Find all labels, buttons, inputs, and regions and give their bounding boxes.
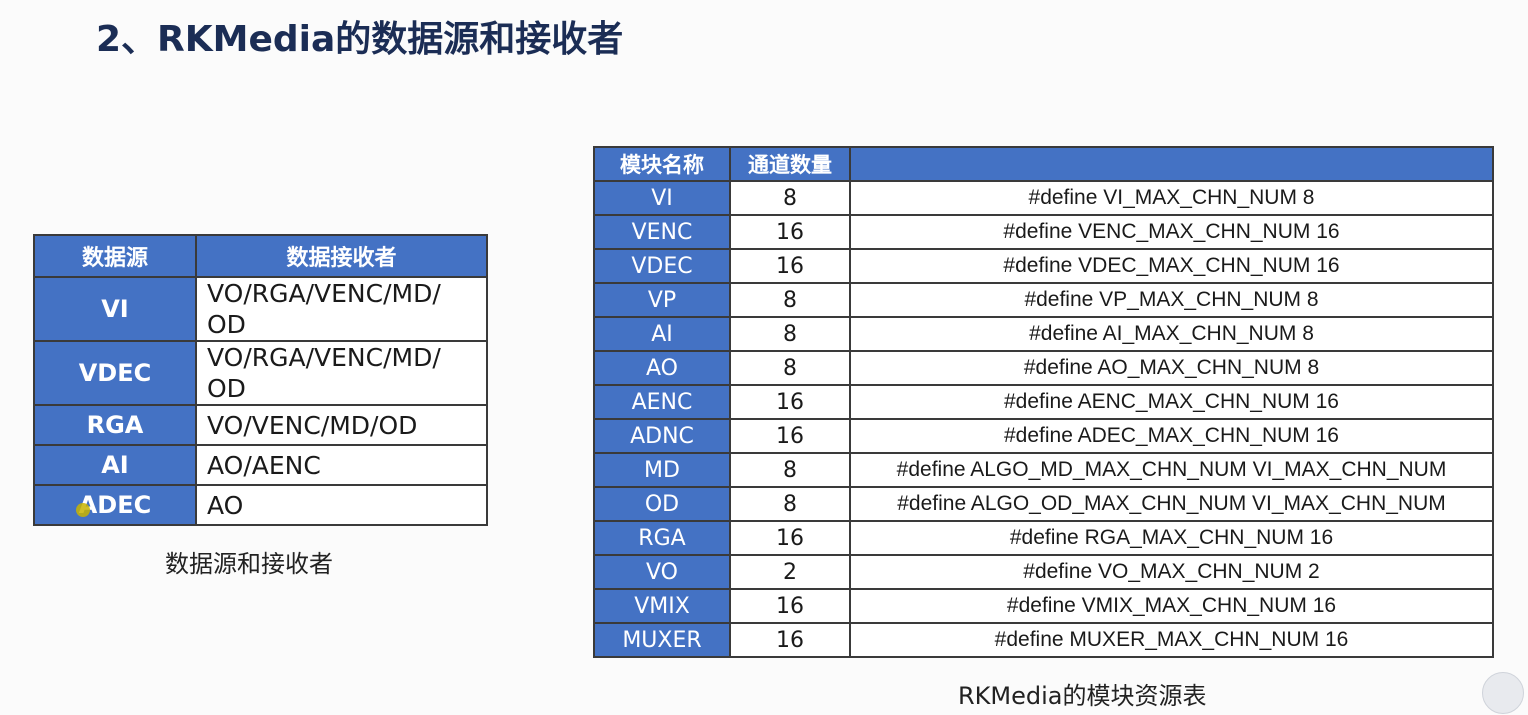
receiver-cell: VO/VENC/MD/OD [195,404,488,446]
table-row: AI AO/AENC [33,444,488,486]
table-row: AI 8 #define AI_MAX_CHN_NUM 8 [593,316,1494,352]
module-cell: VI [593,180,731,216]
module-cell: AENC [593,384,731,420]
define-cell: #define RGA_MAX_CHN_NUM 16 [849,520,1494,556]
define-cell: #define VI_MAX_CHN_NUM 8 [849,180,1494,216]
module-cell: OD [593,486,731,522]
left-table-caption: 数据源和接收者 [165,550,333,578]
source-cell: AI [33,444,197,486]
table-row: VMIX 16 #define VMIX_MAX_CHN_NUM 16 [593,588,1494,624]
table-row: MUXER 16 #define MUXER_MAX_CHN_NUM 16 [593,622,1494,658]
define-cell: #define AENC_MAX_CHN_NUM 16 [849,384,1494,420]
slide-title: 2、RKMedia的数据源和接收者 [96,19,624,60]
module-cell: VDEC [593,248,731,284]
data-source-receiver-table: 数据源 数据接收者 VI VO/RGA/VENC/MD/OD VDEC VO/R… [33,234,488,526]
table-row: VDEC 16 #define VDEC_MAX_CHN_NUM 16 [593,248,1494,284]
channel-count-cell: 8 [729,486,851,522]
right-table-caption: RKMedia的模块资源表 [958,682,1207,710]
table-header-row: 模块名称 通道数量 [593,146,1494,182]
channel-count-cell: 16 [729,588,851,624]
module-cell: AO [593,350,731,386]
channel-count-cell: 16 [729,214,851,250]
channel-count-cell: 8 [729,316,851,352]
table-row: RGA VO/VENC/MD/OD [33,404,488,446]
table-row: OD 8 #define ALGO_OD_MAX_CHN_NUM VI_MAX_CH… [593,486,1494,522]
define-cell: #define VO_MAX_CHN_NUM 2 [849,554,1494,590]
header-module-name: 模块名称 [593,146,731,182]
define-cell: #define MUXER_MAX_CHN_NUM 16 [849,622,1494,658]
module-cell: VO [593,554,731,590]
table-row: AO 8 #define AO_MAX_CHN_NUM 8 [593,350,1494,386]
module-cell: VP [593,282,731,318]
receiver-text: VO/RGA/VENC/MD/OD [207,279,441,339]
header-channel-count: 通道数量 [729,146,851,182]
module-cell: RGA [593,520,731,556]
channel-count-cell: 16 [729,622,851,658]
table-row: VI VO/RGA/VENC/MD/OD [33,276,488,342]
channel-count-cell: 16 [729,248,851,284]
source-cell: VDEC [33,340,197,406]
define-cell: #define VENC_MAX_CHN_NUM 16 [849,214,1494,250]
header-define [849,146,1494,182]
module-cell: AI [593,316,731,352]
define-cell: #define AO_MAX_CHN_NUM 8 [849,350,1494,386]
table-row: VI 8 #define VI_MAX_CHN_NUM 8 [593,180,1494,216]
table-row: ADEC AO [33,484,488,526]
channel-count-cell: 16 [729,520,851,556]
table-row: VP 8 #define VP_MAX_CHN_NUM 8 [593,282,1494,318]
receiver-cell: VO/RGA/VENC/MD/OD [195,276,488,342]
define-cell: #define ALGO_MD_MAX_CHN_NUM VI_MAX_CHN_N… [849,452,1494,488]
channel-count-cell: 8 [729,180,851,216]
table-row: AENC 16 #define AENC_MAX_CHN_NUM 16 [593,384,1494,420]
source-cell: VI [33,276,197,342]
channel-count-cell: 8 [729,452,851,488]
module-cell: VMIX [593,588,731,624]
module-cell: MD [593,452,731,488]
receiver-text: VO/RGA/VENC/MD/OD [207,343,441,403]
channel-count-cell: 16 [729,384,851,420]
source-cell: RGA [33,404,197,446]
define-cell: #define VMIX_MAX_CHN_NUM 16 [849,588,1494,624]
table-row: VENC 16 #define VENC_MAX_CHN_NUM 16 [593,214,1494,250]
module-cell: VENC [593,214,731,250]
module-resource-table: 模块名称 通道数量 VI 8 #define VI_MAX_CHN_NUM 8 VEN… [593,146,1494,658]
module-cell: ADNC [593,418,731,454]
channel-count-cell: 8 [729,350,851,386]
table-row: VDEC VO/RGA/VENC/MD/OD [33,340,488,406]
header-data-source: 数据源 [33,234,197,278]
table-row: VO 2 #define VO_MAX_CHN_NUM 2 [593,554,1494,590]
receiver-cell: AO/AENC [195,444,488,486]
define-cell: #define VDEC_MAX_CHN_NUM 16 [849,248,1494,284]
channel-count-cell: 16 [729,418,851,454]
define-cell: #define ADEC_MAX_CHN_NUM 16 [849,418,1494,454]
module-cell: MUXER [593,622,731,658]
define-cell: #define VP_MAX_CHN_NUM 8 [849,282,1494,318]
define-cell: #define AI_MAX_CHN_NUM 8 [849,316,1494,352]
header-data-receiver: 数据接收者 [195,234,488,278]
floating-widget-icon[interactable] [1482,672,1524,714]
table-row: MD 8 #define ALGO_MD_MAX_CHN_NUM VI_MAX_CH… [593,452,1494,488]
table-header-row: 数据源 数据接收者 [33,234,488,278]
channel-count-cell: 8 [729,282,851,318]
source-cell: ADEC [33,484,197,526]
table-row: ADNC 16 #define ADEC_MAX_CHN_NUM 16 [593,418,1494,454]
define-cell: #define ALGO_OD_MAX_CHN_NUM VI_MAX_CHN_N… [849,486,1494,522]
channel-count-cell: 2 [729,554,851,590]
receiver-cell: VO/RGA/VENC/MD/OD [195,340,488,406]
receiver-cell: AO [195,484,488,526]
mouse-pointer-icon [76,503,90,517]
table-row: RGA 16 #define RGA_MAX_CHN_NUM 16 [593,520,1494,556]
